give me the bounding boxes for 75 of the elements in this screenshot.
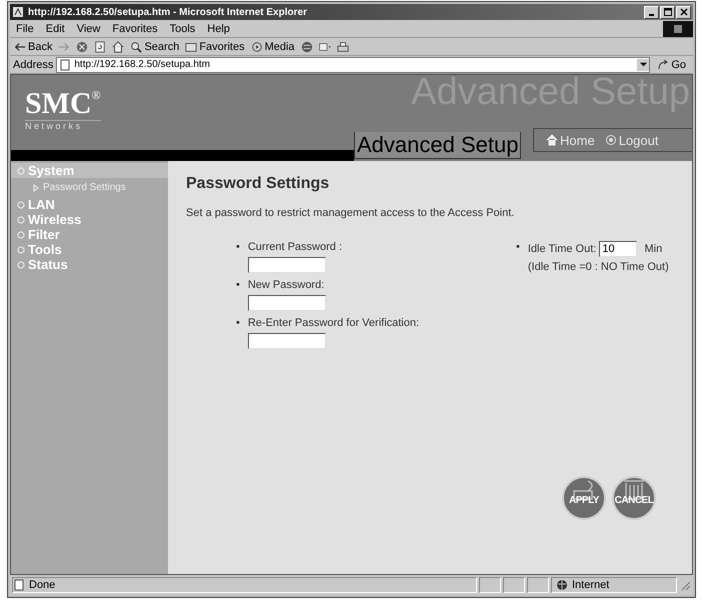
status-pane [503,577,525,593]
stop-icon [76,40,88,52]
bullet: • [236,317,240,331]
globe-icon [556,579,568,591]
print-button[interactable] [336,40,349,52]
triangle-icon [33,184,39,192]
refresh-icon [94,40,106,52]
maximize-icon [664,8,672,16]
cancel-button[interactable]: CANCEL [612,476,656,520]
status-text: Done [29,579,56,591]
circle-icon [17,166,25,174]
bullet: • [516,241,520,255]
menu-item[interactable]: File [16,22,34,34]
address-label: Address [13,58,54,70]
status-pane [479,577,501,593]
circle-icon [17,246,25,254]
media-icon [250,40,263,52]
bullet: • [236,279,240,293]
favorites-button[interactable]: Favorites [185,40,245,52]
zone-text: Internet [572,579,610,591]
windows-logo-icon [663,20,693,36]
logo: SMC$^{®}$ [25,86,101,120]
search-button[interactable]: Search [130,40,180,52]
menu-item[interactable]: Favorites [112,22,158,34]
password-field[interactable] [248,295,326,311]
menu-item[interactable]: Edit [46,22,65,34]
back-arrow-icon [14,40,26,52]
field-label: Re-Enter Password for Verification: [248,317,420,329]
printer-icon [336,40,349,52]
minimize-button[interactable] [644,6,659,18]
logo-tagline: N e t w o r k s [25,120,101,131]
menu-item[interactable]: Tools [170,22,196,34]
home-button[interactable] [112,40,124,52]
globe-icon [300,40,313,52]
field-label: Current Password : [248,241,342,253]
caret-icon [640,61,647,68]
page-heading: Password Settings [186,175,330,193]
status-pane [527,577,549,593]
forward-arrow-icon [58,40,70,52]
description: Set a password to restrict management access to the Access Point. [186,207,516,219]
home-icon [546,134,558,146]
circle-icon [17,230,25,238]
maximize-button[interactable] [660,6,675,18]
password-field[interactable] [248,333,326,349]
close-button[interactable] [676,6,691,18]
field-label: New Password: [248,279,324,291]
back-button[interactable]: Back [14,40,52,52]
page-icon [13,579,25,591]
go-button[interactable]: Go [653,58,690,70]
idle-note: (Idle Time =0 : NO Time Out) [528,261,669,273]
go-arrow-icon [657,58,670,70]
idle-time-field[interactable]: 10 [599,241,638,257]
history-button[interactable] [300,40,313,52]
window-title: http://192.168.2.50/setupa.htm - Microsoft Internet Explorer [28,6,308,18]
banner-title: Advanced Setup [354,132,522,159]
menu-item[interactable]: View [76,22,100,34]
password-field[interactable] [248,257,326,273]
refresh-button[interactable] [94,40,106,52]
idle-label: Idle Time Out: [528,243,596,255]
address-field[interactable]: http://192.168.2.50/setupa.htm [56,56,650,72]
bullet: • [236,241,240,255]
circle-icon [17,216,25,224]
resize-grip-icon [679,579,691,591]
apply-button[interactable]: APPLY [562,476,606,520]
unit-label: Min [644,243,662,255]
circle-icon [17,200,25,208]
circle-icon [17,260,25,268]
search-icon [130,40,142,52]
page-icon [59,58,72,70]
dropdown-button[interactable] [637,58,650,70]
home-icon [112,40,124,52]
close-icon [680,8,688,16]
media-button[interactable]: Media [250,40,295,52]
menu-item[interactable]: Help [207,22,230,34]
stop-button[interactable] [76,40,88,52]
